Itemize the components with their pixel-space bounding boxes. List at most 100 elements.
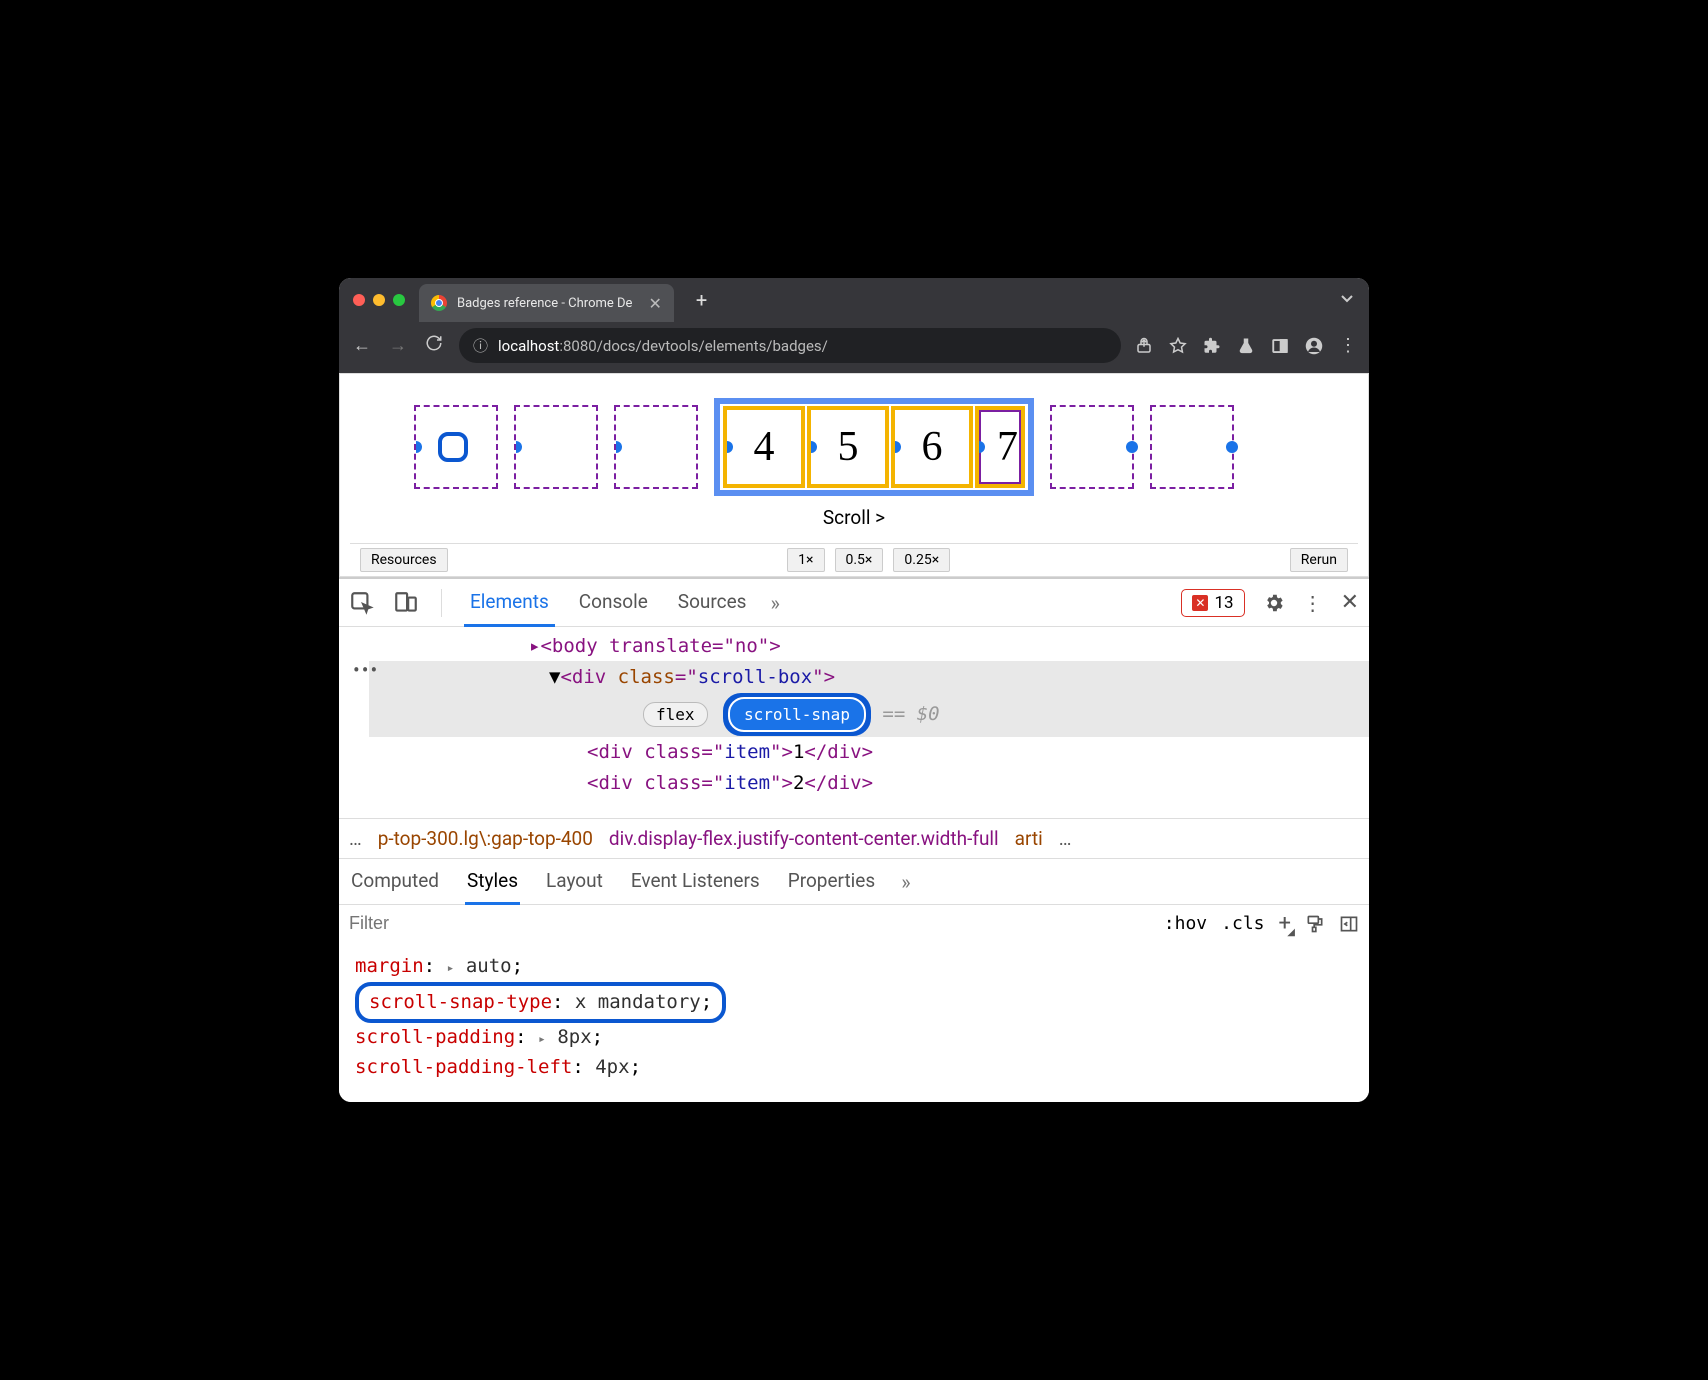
- tab-title: Badges reference - Chrome De: [457, 296, 632, 311]
- tabs-overflow-icon[interactable]: [1339, 290, 1355, 310]
- zoom-1x[interactable]: 1×: [787, 548, 824, 572]
- back-button[interactable]: ←: [351, 335, 373, 356]
- tab-properties[interactable]: Properties: [786, 859, 877, 905]
- panel-icon[interactable]: [1271, 337, 1289, 355]
- inspect-icon[interactable]: [349, 590, 375, 616]
- toolbar-icons: ⋮: [1135, 335, 1357, 356]
- scroll-item: 7: [975, 406, 1025, 488]
- snap-dot-icon: [510, 441, 522, 453]
- scroll-item: 5: [807, 406, 889, 488]
- scroll-viewport-highlight: 4 5 6 7: [714, 398, 1034, 496]
- crumb-1[interactable]: p-top-300.lg\:gap-top-400: [378, 827, 593, 850]
- address-bar[interactable]: ⓘ localhost:8080/docs/devtools/elements/…: [459, 328, 1121, 363]
- site-info-icon[interactable]: ⓘ: [473, 335, 488, 356]
- extensions-icon[interactable]: [1203, 337, 1221, 355]
- tabs-more-icon[interactable]: »: [901, 870, 910, 894]
- flex-badge[interactable]: flex: [643, 702, 708, 727]
- crumb-3[interactable]: arti: [1015, 827, 1043, 850]
- forward-button[interactable]: →: [387, 335, 409, 356]
- resources-button[interactable]: Resources: [360, 548, 448, 572]
- snap-dot-icon: [1226, 441, 1238, 453]
- dom-scrollbox-row[interactable]: ▼<div class="scroll-box"> flex scroll-sn…: [369, 661, 1369, 737]
- new-tab-button[interactable]: +: [696, 288, 707, 312]
- url-path: :8080/docs/devtools/elements/badges/: [559, 337, 828, 355]
- zoom-05x[interactable]: 0.5×: [835, 548, 884, 572]
- css-rule-margin[interactable]: margin: ▸ auto;: [355, 952, 1353, 981]
- close-devtools-icon[interactable]: ✕: [1341, 590, 1359, 615]
- styles-filter-input[interactable]: [349, 913, 1150, 934]
- dom-item-1[interactable]: <div class="item">1</div>: [369, 737, 1369, 767]
- crumb-overflow-right[interactable]: …: [1059, 827, 1072, 850]
- panel-toggle-icon[interactable]: [1339, 914, 1359, 934]
- crumb-2[interactable]: div.display-flex.justify-content-center.…: [609, 827, 999, 850]
- minimize-window[interactable]: [373, 294, 385, 306]
- snap-dot-icon: [610, 441, 622, 453]
- highlight-ring: [438, 432, 468, 462]
- reload-button[interactable]: [423, 334, 445, 357]
- chrome-icon: [431, 295, 447, 311]
- breadcrumbs[interactable]: … p-top-300.lg\:gap-top-400 div.display-…: [339, 818, 1369, 858]
- labs-icon[interactable]: [1237, 337, 1255, 355]
- hov-toggle[interactable]: :hov: [1164, 913, 1207, 934]
- share-icon[interactable]: [1135, 337, 1153, 355]
- scroll-item: [414, 405, 498, 489]
- css-rule-scroll-padding[interactable]: scroll-padding: ▸ 8px;: [355, 1023, 1353, 1052]
- browser-tab[interactable]: Badges reference - Chrome De ✕: [419, 284, 674, 322]
- dom-overflow-icon[interactable]: •••: [339, 650, 1369, 666]
- devtools-panel: Elements Console Sources » ✕13 ⋮ ✕ ▸<bod…: [339, 577, 1369, 1102]
- tab-sources[interactable]: Sources: [672, 579, 753, 627]
- scroll-snap-badge-highlight: scroll-snap: [723, 693, 871, 737]
- kebab-icon[interactable]: ⋮: [1303, 591, 1323, 615]
- error-icon: ✕: [1192, 595, 1208, 611]
- snap-dot-icon: [721, 441, 733, 453]
- zoom-025x[interactable]: 0.25×: [893, 548, 950, 572]
- scroll-item: [1050, 405, 1134, 489]
- add-rule-icon[interactable]: +◢: [1279, 911, 1291, 936]
- gear-icon[interactable]: [1263, 592, 1285, 614]
- cls-toggle[interactable]: .cls: [1221, 913, 1264, 934]
- browser-window: Badges reference - Chrome De ✕ + ← → ⓘ l…: [339, 278, 1369, 1102]
- scroll-box-demo: 4 5 6 7: [350, 390, 1358, 500]
- tab-event-listeners[interactable]: Event Listeners: [629, 859, 762, 905]
- demo-controls: Resources 1× 0.5× 0.25× Rerun: [350, 543, 1358, 576]
- maximize-window[interactable]: [393, 294, 405, 306]
- styles-filter-bar: :hov .cls +◢: [339, 904, 1369, 942]
- scroll-item: [1150, 405, 1234, 489]
- styles-pane-tabs: Computed Styles Layout Event Listeners P…: [339, 858, 1369, 904]
- scroll-item: [614, 405, 698, 489]
- snap-dot-icon: [889, 441, 901, 453]
- traffic-lights: [353, 294, 405, 306]
- error-count-badge[interactable]: ✕13: [1181, 589, 1244, 617]
- tabs-more-icon[interactable]: »: [770, 591, 779, 615]
- url-bar: ← → ⓘ localhost:8080/docs/devtools/eleme…: [339, 322, 1369, 373]
- device-icon[interactable]: [393, 590, 419, 616]
- star-icon[interactable]: [1169, 337, 1187, 355]
- snap-dot-icon: [1126, 441, 1138, 453]
- page-content: 4 5 6 7 Scroll > Resources 1× 0.5× 0.25×…: [339, 373, 1369, 577]
- titlebar: Badges reference - Chrome De ✕ +: [339, 278, 1369, 322]
- menu-icon[interactable]: ⋮: [1339, 335, 1357, 356]
- tab-computed[interactable]: Computed: [349, 859, 441, 905]
- dollar-zero: == $0: [882, 703, 939, 725]
- tab-styles[interactable]: Styles: [465, 859, 520, 905]
- css-rule-scroll-padding-left[interactable]: scroll-padding-left: 4px;: [355, 1053, 1353, 1082]
- crumb-overflow-left[interactable]: …: [349, 827, 362, 850]
- dom-item-2[interactable]: <div class="item">2</div>: [369, 768, 1369, 798]
- scroll-item: 4: [723, 406, 805, 488]
- paint-icon[interactable]: [1305, 914, 1325, 934]
- tab-console[interactable]: Console: [573, 579, 654, 627]
- snap-dot-icon: [975, 441, 985, 453]
- tab-layout[interactable]: Layout: [544, 859, 605, 905]
- profile-icon[interactable]: [1305, 337, 1323, 355]
- tab-elements[interactable]: Elements: [464, 579, 555, 627]
- css-rule-scroll-snap-type-highlight: scroll-snap-type: x mandatory;: [355, 982, 726, 1023]
- url-host: localhost: [498, 337, 559, 355]
- close-window[interactable]: [353, 294, 365, 306]
- scroll-item: [514, 405, 598, 489]
- rerun-button[interactable]: Rerun: [1290, 548, 1348, 572]
- devtools-tabs: Elements Console Sources » ✕13 ⋮ ✕: [339, 579, 1369, 627]
- tab-close-icon[interactable]: ✕: [648, 294, 661, 313]
- css-rules[interactable]: margin: ▸ auto; scroll-snap-type: x mand…: [339, 942, 1369, 1102]
- scroll-snap-badge[interactable]: scroll-snap: [730, 699, 864, 731]
- scroll-item: 6: [891, 406, 973, 488]
